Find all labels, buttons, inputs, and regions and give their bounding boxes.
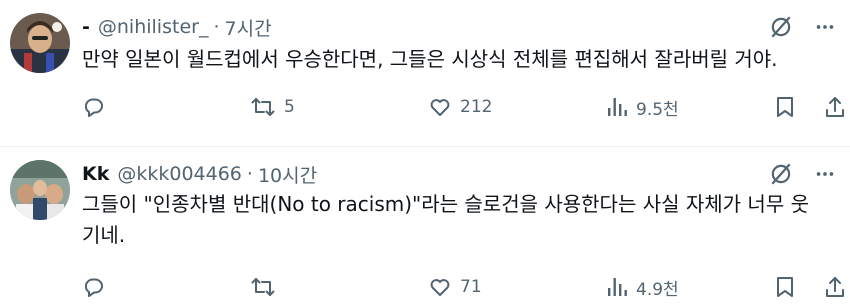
user-handle[interactable]: @kkk004466	[117, 163, 242, 185]
share-icon	[824, 95, 846, 119]
view-count: 4.9천	[636, 279, 679, 300]
timestamp[interactable]: 10시간	[258, 161, 317, 188]
action-bar: 5 212 9.5천	[82, 92, 844, 122]
bookmark-icon	[774, 275, 796, 299]
like-button[interactable]: 71	[428, 272, 482, 302]
tweet-text: 만약 일본이 월드컵에서 우승한다면, 그들은 시상식 전체를 편집해서 잘라버…	[82, 47, 778, 71]
retweet-icon	[250, 95, 276, 119]
reply-button[interactable]	[82, 92, 114, 122]
avatar[interactable]	[10, 13, 70, 73]
tweet-header: Kk @kkk004466 · 10시간	[82, 161, 317, 187]
like-count: 212	[460, 97, 493, 117]
action-bar: 71 4.9천	[82, 272, 844, 302]
like-icon	[428, 275, 452, 299]
reply-icon	[82, 275, 106, 299]
more-icon[interactable]	[814, 16, 836, 38]
grok-icon[interactable]	[768, 14, 794, 40]
views-icon	[606, 275, 628, 299]
timestamp[interactable]: 7시간	[225, 14, 272, 41]
grok-icon[interactable]	[768, 161, 794, 187]
like-icon	[428, 95, 452, 119]
like-count: 71	[460, 277, 482, 297]
display-name[interactable]: Kk	[82, 163, 109, 185]
retweet-count: 5	[284, 97, 295, 117]
tweet[interactable]: - @nihilister_ · 7시간 만약 일본이 월드컵에서 우승한다면,…	[0, 0, 850, 146]
share-button[interactable]	[824, 92, 846, 122]
separator: ·	[246, 163, 253, 185]
tweet[interactable]: Kk @kkk004466 · 10시간 그들이 "인종차별 반대(No to …	[0, 147, 850, 306]
retweet-button[interactable]	[250, 272, 284, 302]
tweet-header: - @nihilister_ · 7시간	[82, 14, 272, 40]
bookmark-button[interactable]	[774, 92, 796, 122]
retweet-button[interactable]: 5	[250, 92, 295, 122]
reply-icon	[82, 95, 106, 119]
tweet-text: 그들이 "인종차별 반대(No to racism)"라는 슬로건을 사용한다는…	[82, 192, 809, 247]
share-button[interactable]	[824, 272, 846, 302]
view-count: 9.5천	[636, 99, 679, 120]
like-button[interactable]: 212	[428, 92, 492, 122]
more-icon[interactable]	[814, 163, 836, 185]
reply-button[interactable]	[82, 272, 114, 302]
bookmark-icon	[774, 95, 796, 119]
share-icon	[824, 275, 846, 299]
views-icon	[606, 95, 628, 119]
avatar[interactable]	[10, 160, 70, 220]
retweet-icon	[250, 275, 276, 299]
bookmark-button[interactable]	[774, 272, 796, 302]
user-handle[interactable]: @nihilister_	[98, 16, 209, 38]
separator: ·	[213, 16, 220, 38]
display-name[interactable]: -	[82, 16, 90, 38]
views-button[interactable]: 9.5천	[606, 92, 679, 122]
views-button[interactable]: 4.9천	[606, 272, 679, 302]
